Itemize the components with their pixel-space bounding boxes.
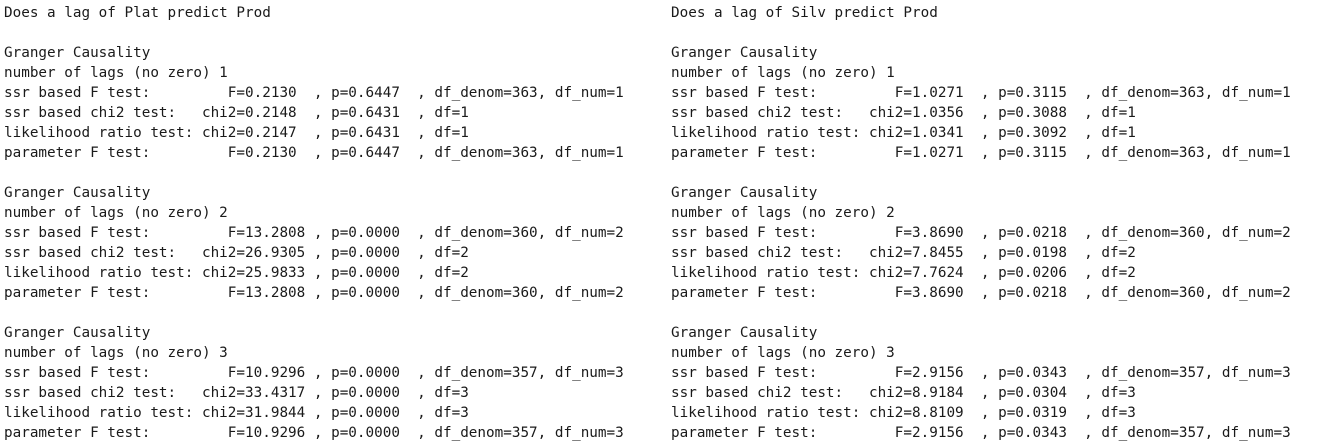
test-row: likelihood ratio test: chi2=0.2147 , p=0… [4,125,469,141]
test-row: ssr based F test: F=10.9296 , p=0.0000 ,… [4,365,624,381]
panel-heading: Does a lag of Silv predict Prod [671,5,938,21]
test-row: ssr based chi2 test: chi2=8.9184 , p=0.0… [671,385,1136,401]
test-row: likelihood ratio test: chi2=1.0341 , p=0… [671,125,1136,141]
lags-line: number of lags (no zero) 2 [4,205,228,221]
lags-line: number of lags (no zero) 1 [671,65,895,81]
block-title: Granger Causality [671,325,818,341]
panel-heading: Does a lag of Plat predict Prod [4,5,271,21]
test-row: ssr based F test: F=3.8690 , p=0.0218 , … [671,225,1291,241]
test-row: likelihood ratio test: chi2=31.9844 , p=… [4,405,469,421]
test-row: parameter F test: F=2.9156 , p=0.0343 , … [671,425,1291,441]
block-title: Granger Causality [671,185,818,201]
test-row: likelihood ratio test: chi2=25.9833 , p=… [4,265,469,281]
test-row: ssr based F test: F=1.0271 , p=0.3115 , … [671,85,1291,101]
test-row: parameter F test: F=3.8690 , p=0.0218 , … [671,285,1291,301]
test-row: parameter F test: F=1.0271 , p=0.3115 , … [671,145,1291,161]
test-row: ssr based chi2 test: chi2=26.9305 , p=0.… [4,245,469,261]
lags-line: number of lags (no zero) 2 [671,205,895,221]
granger-output-silv: Does a lag of Silv predict Prod Granger … [671,3,1291,443]
test-row: ssr based chi2 test: chi2=1.0356 , p=0.3… [671,105,1136,121]
block-title: Granger Causality [4,325,151,341]
test-row: ssr based chi2 test: chi2=33.4317 , p=0.… [4,385,469,401]
test-row: ssr based F test: F=13.2808 , p=0.0000 ,… [4,225,624,241]
block-title: Granger Causality [4,45,151,61]
granger-output-plat: Does a lag of Plat predict Prod Granger … [4,3,624,443]
test-row: ssr based chi2 test: chi2=0.2148 , p=0.6… [4,105,469,121]
test-row: parameter F test: F=10.9296 , p=0.0000 ,… [4,425,624,441]
test-row: likelihood ratio test: chi2=7.7624 , p=0… [671,265,1136,281]
lags-line: number of lags (no zero) 3 [4,345,228,361]
test-row: likelihood ratio test: chi2=8.8109 , p=0… [671,405,1136,421]
test-row: ssr based F test: F=0.2130 , p=0.6447 , … [4,85,624,101]
test-row: ssr based F test: F=2.9156 , p=0.0343 , … [671,365,1291,381]
lags-line: number of lags (no zero) 3 [671,345,895,361]
test-row: parameter F test: F=13.2808 , p=0.0000 ,… [4,285,624,301]
block-title: Granger Causality [4,185,151,201]
test-row: parameter F test: F=0.2130 , p=0.6447 , … [4,145,624,161]
test-row: ssr based chi2 test: chi2=7.8455 , p=0.0… [671,245,1136,261]
block-title: Granger Causality [671,45,818,61]
lags-line: number of lags (no zero) 1 [4,65,228,81]
